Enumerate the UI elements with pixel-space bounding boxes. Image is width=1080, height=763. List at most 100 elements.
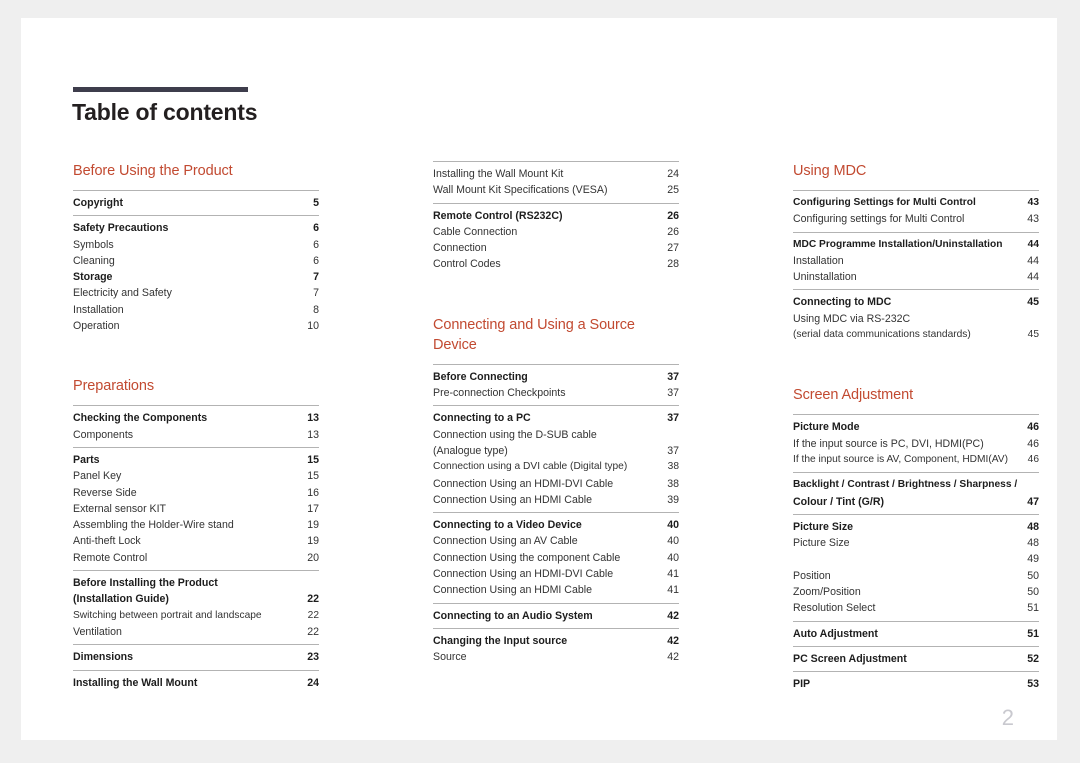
toc-entry-label: Anti-theft Lock bbox=[73, 535, 141, 548]
toc-entry[interactable]: Uninstallation 44 bbox=[793, 269, 1039, 285]
toc-entry[interactable]: Installation 8 bbox=[73, 302, 319, 318]
toc-entry[interactable]: Reverse Side 16 bbox=[73, 485, 319, 501]
toc-entry[interactable]: Resolution Select 51 bbox=[793, 600, 1039, 616]
toc-entry-page: 24 bbox=[307, 676, 319, 689]
toc-entry-label: Connection bbox=[433, 242, 487, 255]
toc-entry[interactable]: Remote Control 20 bbox=[73, 550, 319, 566]
toc-entry[interactable]: Electricity and Safety 7 bbox=[73, 285, 319, 301]
toc-entry[interactable]: Zoom/Position 50 bbox=[793, 584, 1039, 600]
toc-entry-label: (Analogue type) bbox=[433, 444, 508, 457]
toc-entry[interactable]: If the input source is AV, Component, HD… bbox=[793, 452, 1039, 468]
toc-entry-page: 23 bbox=[307, 651, 319, 664]
toc-entry[interactable]: Configuring settings for Multi Control 43 bbox=[793, 211, 1039, 227]
toc-entry[interactable]: (serial data communications standards) 45 bbox=[793, 327, 1039, 343]
toc-entry[interactable]: Position 50 bbox=[793, 568, 1039, 584]
toc-entry[interactable]: Connection 27 bbox=[433, 240, 679, 256]
toc-entry[interactable]: 49 bbox=[793, 551, 1039, 567]
toc-entry-page: 37 bbox=[667, 370, 679, 383]
toc-entry[interactable]: Dimensions 23 bbox=[73, 649, 319, 665]
toc-entry[interactable]: Installing the Wall Mount Kit 24 bbox=[433, 166, 679, 182]
toc-entry[interactable]: Remote Control (RS232C) 26 bbox=[433, 208, 679, 224]
toc-entry[interactable]: Anti-theft Lock 19 bbox=[73, 533, 319, 549]
toc-entry-page: 50 bbox=[1027, 569, 1039, 582]
toc-entry-page: 48 bbox=[1027, 537, 1039, 550]
toc-entry[interactable]: Connection Using an HDMI Cable 39 bbox=[433, 492, 679, 508]
section-heading: Connecting and Using a Source Device bbox=[433, 316, 635, 353]
toc-entry[interactable]: Ventilation 22 bbox=[73, 624, 319, 640]
toc-entry[interactable]: Picture Mode 46 bbox=[793, 419, 1039, 435]
toc-entry[interactable]: Panel Key 15 bbox=[73, 468, 319, 484]
toc-entry-page: 50 bbox=[1027, 586, 1039, 599]
toc-entry[interactable]: Connection Using the component Cable 40 bbox=[433, 550, 679, 566]
toc-entry[interactable]: Symbols 6 bbox=[73, 237, 319, 253]
toc-entry[interactable]: Wall Mount Kit Specifications (VESA) 25 bbox=[433, 182, 679, 198]
section-heading: Screen Adjustment bbox=[793, 387, 914, 404]
toc-entry[interactable]: Before Installing the Product bbox=[73, 575, 319, 591]
section-heading: Preparations bbox=[73, 378, 155, 395]
toc-entry[interactable]: Checking the Components 13 bbox=[73, 410, 319, 426]
toc-entry-label: (serial data communications standards) bbox=[793, 329, 971, 341]
toc-group: Installing the Wall Mount 24 bbox=[73, 669, 319, 695]
toc-entry[interactable]: (Analogue type) 37 bbox=[433, 443, 679, 459]
toc-entry[interactable]: PIP 53 bbox=[793, 676, 1039, 692]
toc-entry[interactable]: Storage 7 bbox=[73, 269, 319, 285]
toc-entry[interactable]: PC Screen Adjustment 52 bbox=[793, 651, 1039, 667]
toc-entry[interactable]: Connection Using an HDMI-DVI Cable 38 bbox=[433, 476, 679, 492]
toc-entry[interactable]: Using MDC via RS-232C bbox=[793, 311, 1039, 327]
toc-entry[interactable]: (Installation Guide) 22 bbox=[73, 591, 319, 607]
toc-entry[interactable]: Connection using a DVI cable (Digital ty… bbox=[433, 459, 679, 475]
toc-entry[interactable]: Auto Adjustment 51 bbox=[793, 626, 1039, 642]
toc-entry[interactable]: Connecting to MDC 45 bbox=[793, 294, 1039, 310]
toc-entry-label: Wall Mount Kit Specifications (VESA) bbox=[433, 184, 608, 197]
toc-entry-page: 46 bbox=[1027, 453, 1039, 465]
toc-entry[interactable]: Pre-connection Checkpoints 37 bbox=[433, 385, 679, 401]
toc-entry[interactable]: Changing the Input source 42 bbox=[433, 633, 679, 649]
toc-entry-label: Symbols bbox=[73, 238, 114, 251]
toc-entry[interactable]: Configuring Settings for Multi Control 43 bbox=[793, 195, 1039, 211]
toc-entry[interactable]: Connection Using an AV Cable 40 bbox=[433, 533, 679, 549]
toc-entry-page: 16 bbox=[307, 486, 319, 499]
toc-entry-label: Safety Precautions bbox=[73, 222, 169, 235]
toc-entry[interactable]: Components 13 bbox=[73, 427, 319, 443]
toc-group: Parts 15 Panel Key 15 Reverse Side 16 External… bbox=[73, 446, 319, 570]
toc-entry[interactable]: Parts 15 bbox=[73, 452, 319, 468]
toc-entry[interactable]: Safety Precautions 6 bbox=[73, 220, 319, 236]
toc-entry[interactable]: Source 42 bbox=[433, 649, 679, 665]
toc-entry-page: 46 bbox=[1027, 437, 1039, 450]
toc-entry[interactable]: Connecting to a Video Device 40 bbox=[433, 517, 679, 533]
toc-entry-page: 19 bbox=[307, 519, 319, 532]
toc-entry-label: Source bbox=[433, 651, 467, 664]
toc-entry[interactable]: Installation 44 bbox=[793, 253, 1039, 269]
toc-entry[interactable]: Connection Using an HDMI-DVI Cable 41 bbox=[433, 566, 679, 582]
toc-entry[interactable]: Operation 10 bbox=[73, 318, 319, 334]
toc-entry-label: Picture Mode bbox=[793, 421, 860, 434]
toc-entry[interactable]: Assembling the Holder-Wire stand 19 bbox=[73, 517, 319, 533]
toc-entry[interactable]: Switching between portrait and landscape… bbox=[73, 608, 319, 624]
toc-entry[interactable]: Connection Using an HDMI Cable 41 bbox=[433, 582, 679, 598]
toc-entry-label: Connecting to MDC bbox=[793, 296, 892, 309]
toc-entry-page: 22 bbox=[307, 609, 319, 621]
toc-entry[interactable]: Connecting to a PC 37 bbox=[433, 410, 679, 426]
toc-entry-page: 37 bbox=[667, 412, 679, 425]
toc-entry[interactable]: Picture Size 48 bbox=[793, 519, 1039, 535]
toc-entry-label: Switching between portrait and landscape bbox=[73, 609, 262, 621]
toc-entry[interactable]: Cleaning 6 bbox=[73, 253, 319, 269]
toc-entry[interactable]: Before Connecting 37 bbox=[433, 369, 679, 385]
toc-entry[interactable]: Copyright 5 bbox=[73, 195, 319, 211]
toc-entry-label: Before Connecting bbox=[433, 370, 528, 383]
toc-entry[interactable]: Backlight / Contrast / Brightness / Shar… bbox=[793, 477, 1039, 493]
toc-entry-label: Parts bbox=[73, 453, 100, 466]
toc-group: Configuring Settings for Multi Control 43… bbox=[793, 190, 1039, 232]
toc-entry[interactable]: Connection using the D-SUB cable bbox=[433, 427, 679, 443]
toc-entry-page: 40 bbox=[667, 535, 679, 548]
toc-entry[interactable]: External sensor KIT 17 bbox=[73, 501, 319, 517]
toc-entry[interactable]: Cable Connection 26 bbox=[433, 224, 679, 240]
toc-entry[interactable]: Connecting to an Audio System 42 bbox=[433, 608, 679, 624]
toc-entry[interactable]: If the input source is PC, DVI, HDMI(PC)… bbox=[793, 436, 1039, 452]
toc-entry[interactable]: Colour / Tint (G/R) 47 bbox=[793, 494, 1039, 510]
toc-entry[interactable]: Picture Size 48 bbox=[793, 535, 1039, 551]
toc-entry[interactable]: Control Codes 28 bbox=[433, 256, 679, 272]
toc-entry[interactable]: MDC Programme Installation/Uninstallatio… bbox=[793, 237, 1039, 253]
toc-entry-label: Connection Using an HDMI-DVI Cable bbox=[433, 568, 614, 581]
toc-entry[interactable]: Installing the Wall Mount 24 bbox=[73, 675, 319, 691]
